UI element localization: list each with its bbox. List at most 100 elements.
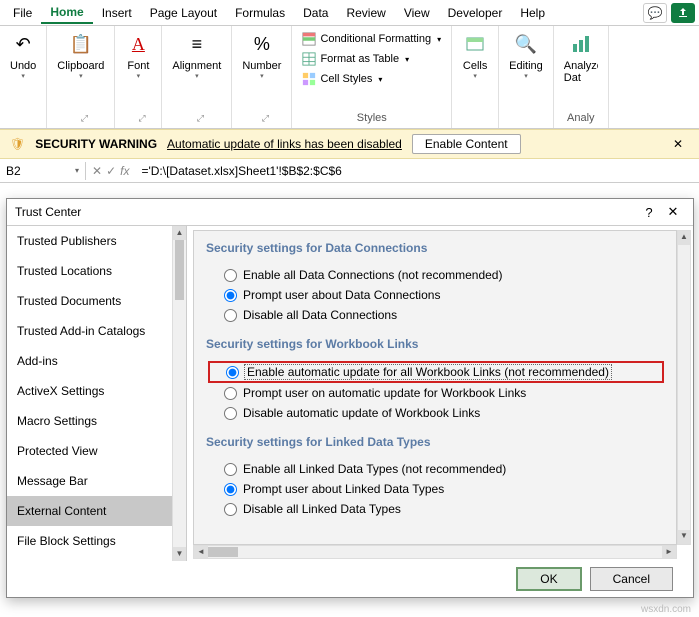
scroll-thumb[interactable]	[208, 547, 238, 557]
menu-page-layout[interactable]: Page Layout	[141, 3, 226, 23]
sidebar-item-message-bar[interactable]: Message Bar	[7, 466, 172, 496]
conditional-formatting-button[interactable]: Conditional Formatting▾	[298, 30, 445, 48]
dialog-buttons: OK Cancel	[7, 561, 693, 597]
menu-formulas[interactable]: Formulas	[226, 3, 294, 23]
analyze-icon	[571, 34, 591, 54]
ribbon-group-number: %Number▾ ⤢	[232, 26, 292, 128]
undo-button[interactable]: ↶Undo▾	[6, 30, 40, 82]
scroll-left-icon[interactable]: ◄	[194, 546, 208, 558]
cancel-button[interactable]: Cancel	[590, 567, 673, 591]
fx-icon[interactable]: fx	[120, 164, 129, 178]
dialog-titlebar: Trust Center ? ✕	[7, 199, 693, 225]
radio-wl-prompt[interactable]: Prompt user on automatic update for Work…	[206, 383, 664, 403]
section-title: Security settings for Workbook Links	[206, 337, 664, 351]
shield-icon: 🛡	[10, 137, 25, 151]
radio-wl-enable-all[interactable]: Enable automatic update for all Workbook…	[208, 361, 664, 383]
sidebar-item-external-content[interactable]: External Content	[7, 496, 172, 526]
sidebar-item-protected-view[interactable]: Protected View	[7, 436, 172, 466]
scroll-down-icon[interactable]: ▼	[173, 547, 186, 561]
sidebar-scrollbar[interactable]: ▲ ▼	[172, 226, 186, 561]
section-workbook-links: Security settings for Workbook Links Ena…	[206, 337, 664, 423]
trust-center-sidebar: Trusted Publishers Trusted Locations Tru…	[7, 226, 187, 561]
sidebar-item-activex[interactable]: ActiveX Settings	[7, 376, 172, 406]
menu-data[interactable]: Data	[294, 3, 337, 23]
security-warning-message[interactable]: Automatic update of links has been disab…	[167, 137, 402, 151]
content-hscrollbar[interactable]: ◄ ►	[193, 545, 677, 559]
radio-dc-disable[interactable]: Disable all Data Connections	[206, 305, 664, 325]
alignment-button[interactable]: ≡Alignment▾	[168, 30, 225, 82]
ribbon: ↶Undo▾ 📋Clipboard▾ ⤢ AFont▾ ⤢ ≡Alignment…	[0, 26, 699, 129]
scroll-down-icon[interactable]: ▼	[678, 530, 690, 544]
scroll-up-icon[interactable]: ▲	[678, 231, 690, 245]
sidebar-item-trusted-publishers[interactable]: Trusted Publishers	[7, 226, 172, 256]
sidebar-item-file-block[interactable]: File Block Settings	[7, 526, 172, 556]
accept-formula-icon[interactable]: ✓	[106, 164, 116, 178]
name-box[interactable]: B2▾	[0, 162, 86, 180]
security-close-button[interactable]: ✕	[667, 135, 689, 153]
radio-wl-disable[interactable]: Disable automatic update of Workbook Lin…	[206, 403, 664, 423]
cond-format-icon	[302, 32, 316, 46]
menu-developer[interactable]: Developer	[439, 3, 512, 23]
cells-icon	[465, 34, 485, 54]
number-popout-icon[interactable]: ⤢	[262, 113, 269, 124]
font-button[interactable]: AFont▾	[121, 30, 155, 82]
number-button[interactable]: %Number▾	[238, 30, 285, 82]
formula-bar: B2▾ ✕ ✓ fx ='D:\[Dataset.xlsx]Sheet1'!$B…	[0, 159, 699, 183]
ribbon-group-editing: 🔍Editing▾	[499, 26, 554, 128]
menu-file[interactable]: File	[4, 3, 41, 23]
cancel-formula-icon[interactable]: ✕	[92, 164, 102, 178]
trust-center-dialog: Trust Center ? ✕ Trusted Publishers Trus…	[6, 198, 694, 598]
dialog-help-button[interactable]: ?	[637, 205, 661, 220]
ribbon-group-analyze: Analyze Dat Analy	[554, 26, 609, 128]
paste-button[interactable]: 📋Clipboard▾	[53, 30, 108, 82]
cells-button[interactable]: Cells▾	[458, 30, 492, 82]
alignment-popout-icon[interactable]: ⤢	[197, 113, 204, 124]
sidebar-item-trusted-addin-catalogs[interactable]: Trusted Add-in Catalogs	[7, 316, 172, 346]
menu-help[interactable]: Help	[511, 3, 554, 23]
dialog-close-button[interactable]: ✕	[661, 204, 685, 220]
settings-content: Security settings for Data Connections E…	[187, 226, 693, 561]
scroll-thumb[interactable]	[175, 240, 184, 300]
font-popout-icon[interactable]: ⤢	[138, 113, 145, 124]
content-vscrollbar[interactable]: ▲ ▼	[677, 230, 691, 545]
sidebar-item-privacy[interactable]: Privacy Options	[7, 556, 172, 561]
analyze-group-label: Analy	[567, 110, 595, 126]
radio-ld-enable-all[interactable]: Enable all Linked Data Types (not recomm…	[206, 459, 664, 479]
ribbon-group-styles: Conditional Formatting▾ Format as Table▾…	[292, 26, 452, 128]
share-button[interactable]	[671, 3, 695, 23]
ribbon-group-clipboard: 📋Clipboard▾ ⤢	[47, 26, 115, 128]
analyze-data-button[interactable]: Analyze Dat	[560, 30, 602, 86]
format-as-table-button[interactable]: Format as Table▾	[298, 50, 445, 68]
menu-view[interactable]: View	[395, 3, 439, 23]
cell-styles-button[interactable]: Cell Styles▾	[298, 70, 445, 88]
cell-styles-icon	[302, 72, 316, 86]
sidebar-item-macro[interactable]: Macro Settings	[7, 406, 172, 436]
ok-button[interactable]: OK	[516, 567, 581, 591]
sidebar-item-addins[interactable]: Add-ins	[7, 346, 172, 376]
radio-dc-prompt[interactable]: Prompt user about Data Connections	[206, 285, 664, 305]
ribbon-group-font: AFont▾ ⤢	[115, 26, 162, 128]
radio-ld-prompt[interactable]: Prompt user about Linked Data Types	[206, 479, 664, 499]
radio-dc-enable-all[interactable]: Enable all Data Connections (not recomme…	[206, 265, 664, 285]
radio-ld-disable[interactable]: Disable all Linked Data Types	[206, 499, 664, 519]
scroll-up-icon[interactable]: ▲	[173, 226, 186, 240]
section-data-connections: Security settings for Data Connections E…	[206, 241, 664, 325]
enable-content-button[interactable]: Enable Content	[412, 134, 521, 154]
security-warning-bar: 🛡 SECURITY WARNING Automatic update of l…	[0, 129, 699, 159]
scroll-right-icon[interactable]: ►	[662, 546, 676, 558]
chevron-down-icon[interactable]: ▾	[75, 166, 79, 175]
menu-review[interactable]: Review	[337, 3, 394, 23]
menu-home[interactable]: Home	[41, 2, 92, 24]
clipboard-popout-icon[interactable]: ⤢	[81, 113, 88, 124]
ribbon-group-cells: Cells▾	[452, 26, 499, 128]
comments-button[interactable]: 💬	[643, 3, 667, 23]
section-title: Security settings for Data Connections	[206, 241, 664, 255]
sidebar-item-trusted-documents[interactable]: Trusted Documents	[7, 286, 172, 316]
dialog-title: Trust Center	[15, 205, 637, 219]
styles-group-label: Styles	[357, 110, 387, 126]
security-warning-label: SECURITY WARNING	[35, 137, 157, 151]
menu-insert[interactable]: Insert	[93, 3, 141, 23]
editing-button[interactable]: 🔍Editing▾	[505, 30, 547, 82]
formula-input[interactable]: ='D:\[Dataset.xlsx]Sheet1'!$B$2:$C$6	[135, 162, 699, 180]
sidebar-item-trusted-locations[interactable]: Trusted Locations	[7, 256, 172, 286]
